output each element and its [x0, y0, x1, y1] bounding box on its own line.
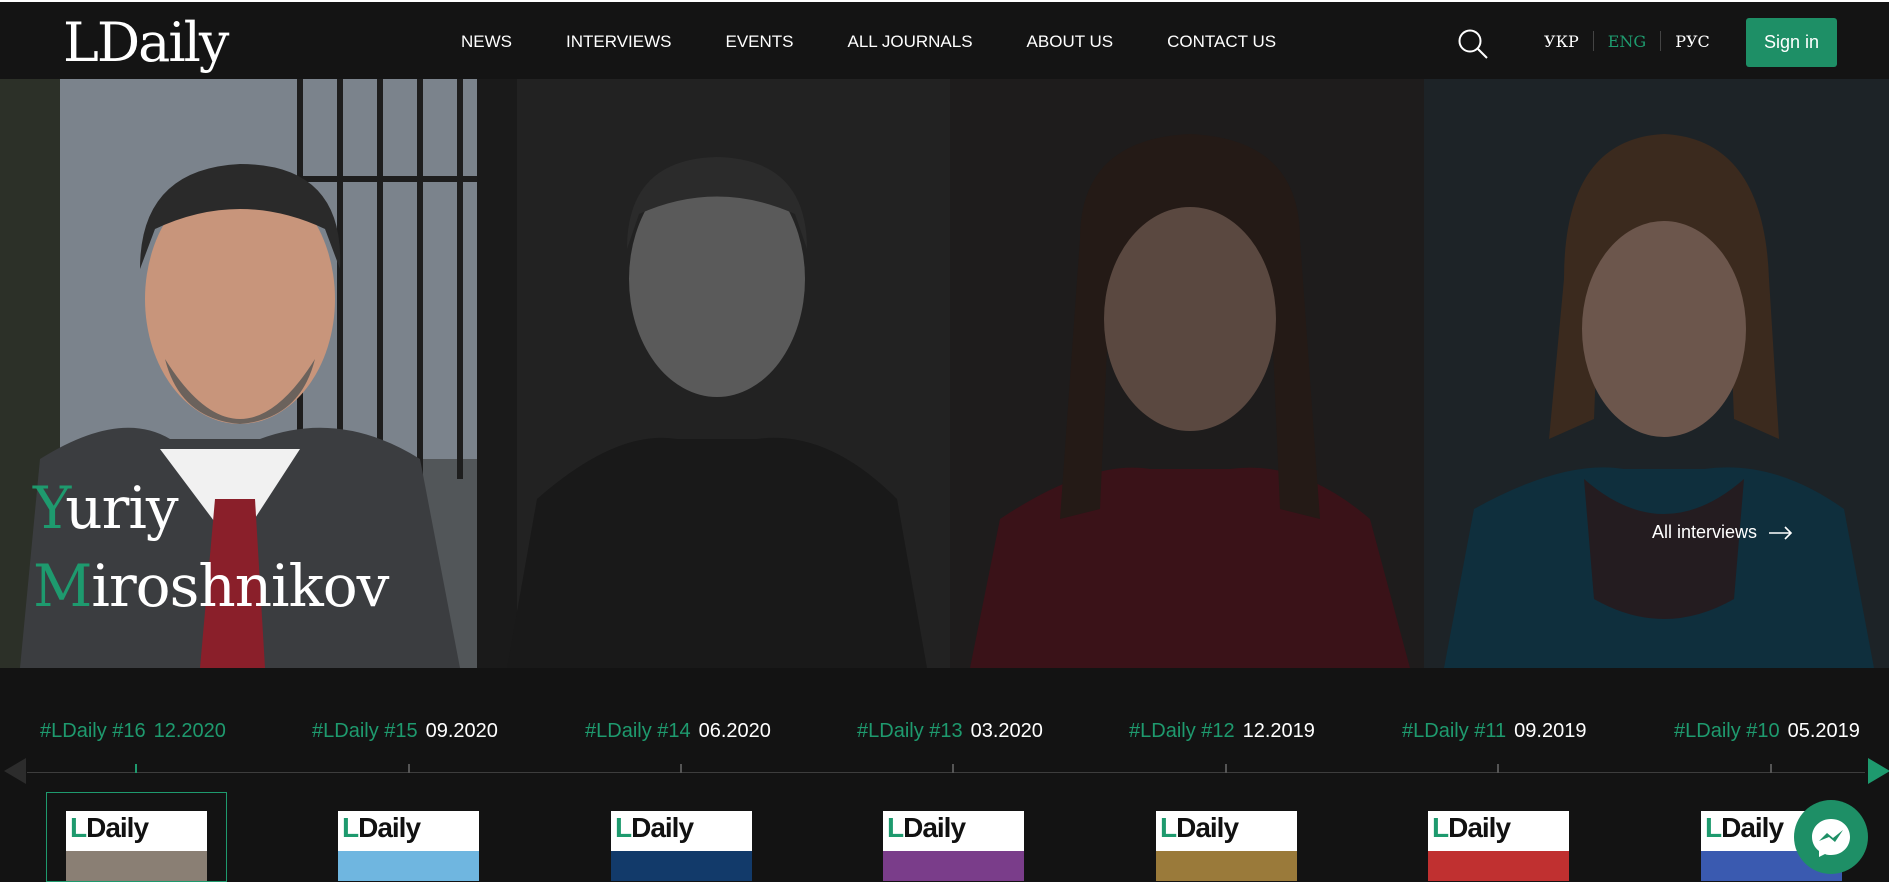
portrait-photo-3 — [950, 79, 1424, 668]
interview-panel-1[interactable]: Yuriy Miroshnikov — [0, 79, 477, 668]
issue-label-15[interactable]: #LDaily #15 09.2020 — [312, 720, 498, 743]
lang-rus[interactable]: РУС — [1661, 32, 1724, 51]
journal-cover-11[interactable]: LDaily — [1428, 811, 1569, 881]
cover-logo: LDaily — [887, 812, 966, 843]
timeline-tick[interactable] — [1497, 764, 1499, 773]
site-header: LDaily NEWS INTERVIEWS EVENTS ALL JOURNA… — [0, 0, 1889, 79]
nav-about-us[interactable]: ABOUT US — [1027, 32, 1114, 52]
nav-contact-us[interactable]: CONTACT US — [1167, 32, 1276, 52]
arrow-right-icon — [1769, 525, 1793, 540]
all-interviews-label: All interviews — [1652, 522, 1758, 542]
cover-logo: LDaily — [1432, 812, 1511, 843]
lang-eng[interactable]: ENG — [1594, 32, 1660, 51]
interview-panel-4[interactable]: All interviews — [1424, 79, 1889, 668]
portrait-photo-2 — [477, 79, 950, 668]
search-icon[interactable] — [1457, 28, 1489, 60]
messenger-icon — [1812, 819, 1850, 857]
sign-in-button[interactable]: Sign in — [1746, 18, 1837, 67]
timeline-tick[interactable] — [1770, 764, 1772, 773]
timeline-tick[interactable] — [680, 764, 682, 773]
messenger-chat-button[interactable] — [1794, 800, 1868, 874]
timeline-prev-button[interactable] — [4, 758, 26, 784]
journal-cover-13[interactable]: LDaily — [883, 811, 1024, 881]
cover-logo: LDaily — [342, 812, 421, 843]
featured-interviewee-name[interactable]: Yuriy Miroshnikov — [33, 469, 389, 625]
nav-all-journals[interactable]: ALL JOURNALS — [848, 32, 973, 52]
timeline-tick[interactable] — [1225, 764, 1227, 773]
journal-cover-15[interactable]: LDaily — [338, 811, 479, 881]
issue-label-14[interactable]: #LDaily #14 06.2020 — [585, 720, 771, 743]
portrait-photo-4 — [1424, 79, 1889, 668]
issue-label-12[interactable]: #LDaily #12 12.2019 — [1129, 720, 1315, 743]
timeline-next-button[interactable] — [1868, 758, 1889, 784]
timeline-tick[interactable] — [952, 764, 954, 773]
journal-cover-14[interactable]: LDaily — [611, 811, 752, 881]
issue-label-16[interactable]: #LDaily #16 12.2020 — [40, 720, 226, 743]
nav-interviews[interactable]: INTERVIEWS — [566, 32, 671, 52]
all-interviews-link[interactable]: All interviews — [1652, 522, 1793, 543]
timeline-tick[interactable] — [408, 764, 410, 773]
timeline-line — [27, 772, 1865, 773]
cover-logo: LDaily — [1705, 812, 1784, 843]
site-logo[interactable]: LDaily — [63, 12, 229, 74]
cover-logo: LDaily — [70, 812, 149, 843]
cover-logo: LDaily — [1160, 812, 1239, 843]
issue-label-13[interactable]: #LDaily #13 03.2020 — [857, 720, 1043, 743]
nav-events[interactable]: EVENTS — [725, 32, 793, 52]
lang-ukr[interactable]: УКР — [1544, 32, 1593, 51]
nav-news[interactable]: NEWS — [461, 32, 512, 52]
journal-timeline: #LDaily #16 12.2020 #LDaily #15 09.2020 #L… — [0, 668, 1889, 882]
interviews-hero: Yuriy Miroshnikov All interviews — [0, 79, 1889, 668]
interview-panel-2[interactable] — [477, 79, 950, 668]
main-nav: NEWS INTERVIEWS EVENTS ALL JOURNALS ABOU… — [461, 32, 1330, 52]
cover-logo: LDaily — [615, 812, 694, 843]
issue-label-11[interactable]: #LDaily #11 09.2019 — [1402, 720, 1586, 743]
journal-cover-12[interactable]: LDaily — [1156, 811, 1297, 881]
language-switcher: УКР ENG РУС — [1544, 31, 1724, 51]
issue-label-10[interactable]: #LDaily #10 05.2019 — [1674, 720, 1860, 743]
interview-panel-3[interactable] — [950, 79, 1424, 668]
timeline-tick[interactable] — [135, 764, 137, 773]
journal-cover-16[interactable]: LDaily — [66, 811, 207, 881]
